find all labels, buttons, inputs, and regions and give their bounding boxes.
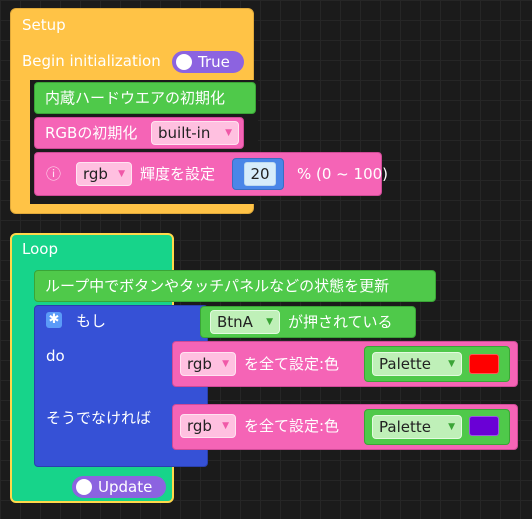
chevron-down-icon: ▼ bbox=[448, 359, 455, 369]
chevron-down-icon: ▼ bbox=[266, 317, 273, 327]
toggle-label: True bbox=[198, 53, 230, 71]
toggle-knob-icon bbox=[176, 54, 192, 70]
loop-title: Loop bbox=[22, 240, 58, 258]
info-icon[interactable]: ⓘ bbox=[46, 165, 61, 183]
button-dropdown-value: BtnA bbox=[217, 313, 253, 331]
init-hardware-block[interactable]: 内蔵ハードウエアの初期化 bbox=[34, 82, 256, 114]
comment-label: ループ中でボタンやタッチパネルなどの状態を更新 bbox=[45, 277, 390, 295]
rgb-variable-value: rgb bbox=[187, 417, 212, 435]
update-toggle[interactable]: Update bbox=[72, 476, 166, 498]
rgb-variable-dropdown-1[interactable]: rgb ▼ bbox=[180, 352, 236, 376]
color-swatch-purple[interactable] bbox=[469, 416, 499, 436]
rgb-init-dropdown-value: built-in bbox=[158, 124, 211, 142]
chevron-down-icon: ▼ bbox=[448, 422, 455, 432]
set-all-label-1: を全て設定:色 bbox=[244, 355, 340, 373]
chevron-down-icon: ▼ bbox=[225, 128, 232, 138]
pressed-label: が押されている bbox=[288, 313, 393, 331]
do-label: do bbox=[46, 347, 65, 365]
toggle-knob-icon bbox=[76, 479, 92, 495]
palette-dropdown-2[interactable]: Palette ▼ bbox=[372, 415, 462, 439]
brightness-value-field[interactable]: 20 bbox=[244, 162, 276, 186]
setup-title: Setup bbox=[22, 16, 66, 34]
begin-initialization-label: Begin initialization bbox=[22, 52, 161, 70]
rgb-variable-dropdown[interactable]: rgb ▼ bbox=[76, 162, 132, 186]
chevron-down-icon: ▼ bbox=[118, 169, 125, 179]
brightness-range-label: % (0 ~ 100) bbox=[297, 165, 389, 183]
begin-true-toggle[interactable]: True bbox=[172, 51, 244, 73]
if-label: もし bbox=[76, 312, 107, 330]
rgb-variable-dropdown-2[interactable]: rgb ▼ bbox=[180, 414, 236, 438]
color-swatch-red[interactable] bbox=[469, 354, 499, 374]
palette-dropdown-value: Palette bbox=[379, 418, 431, 436]
brightness-label: 輝度を設定 bbox=[140, 165, 216, 183]
rgb-init-label: RGBの初期化 bbox=[45, 124, 138, 142]
rgb-variable-value: rgb bbox=[83, 165, 108, 183]
palette-dropdown-value: Palette bbox=[379, 355, 431, 373]
chevron-down-icon: ▼ bbox=[222, 421, 229, 431]
init-hardware-label: 内蔵ハードウエアの初期化 bbox=[45, 89, 226, 107]
palette-dropdown-1[interactable]: Palette ▼ bbox=[372, 352, 462, 376]
set-all-label-2: を全て設定:色 bbox=[244, 417, 340, 435]
rgb-init-dropdown[interactable]: built-in ▼ bbox=[151, 121, 239, 145]
comment-block[interactable]: ループ中でボタンやタッチパネルなどの状態を更新 bbox=[34, 270, 436, 302]
gear-icon[interactable]: ✱ bbox=[46, 312, 62, 328]
chevron-down-icon: ▼ bbox=[222, 359, 229, 369]
else-label: そうでなければ bbox=[46, 409, 152, 427]
update-label: Update bbox=[98, 478, 153, 496]
button-dropdown[interactable]: BtnA ▼ bbox=[210, 310, 280, 334]
rgb-variable-value: rgb bbox=[187, 355, 212, 373]
